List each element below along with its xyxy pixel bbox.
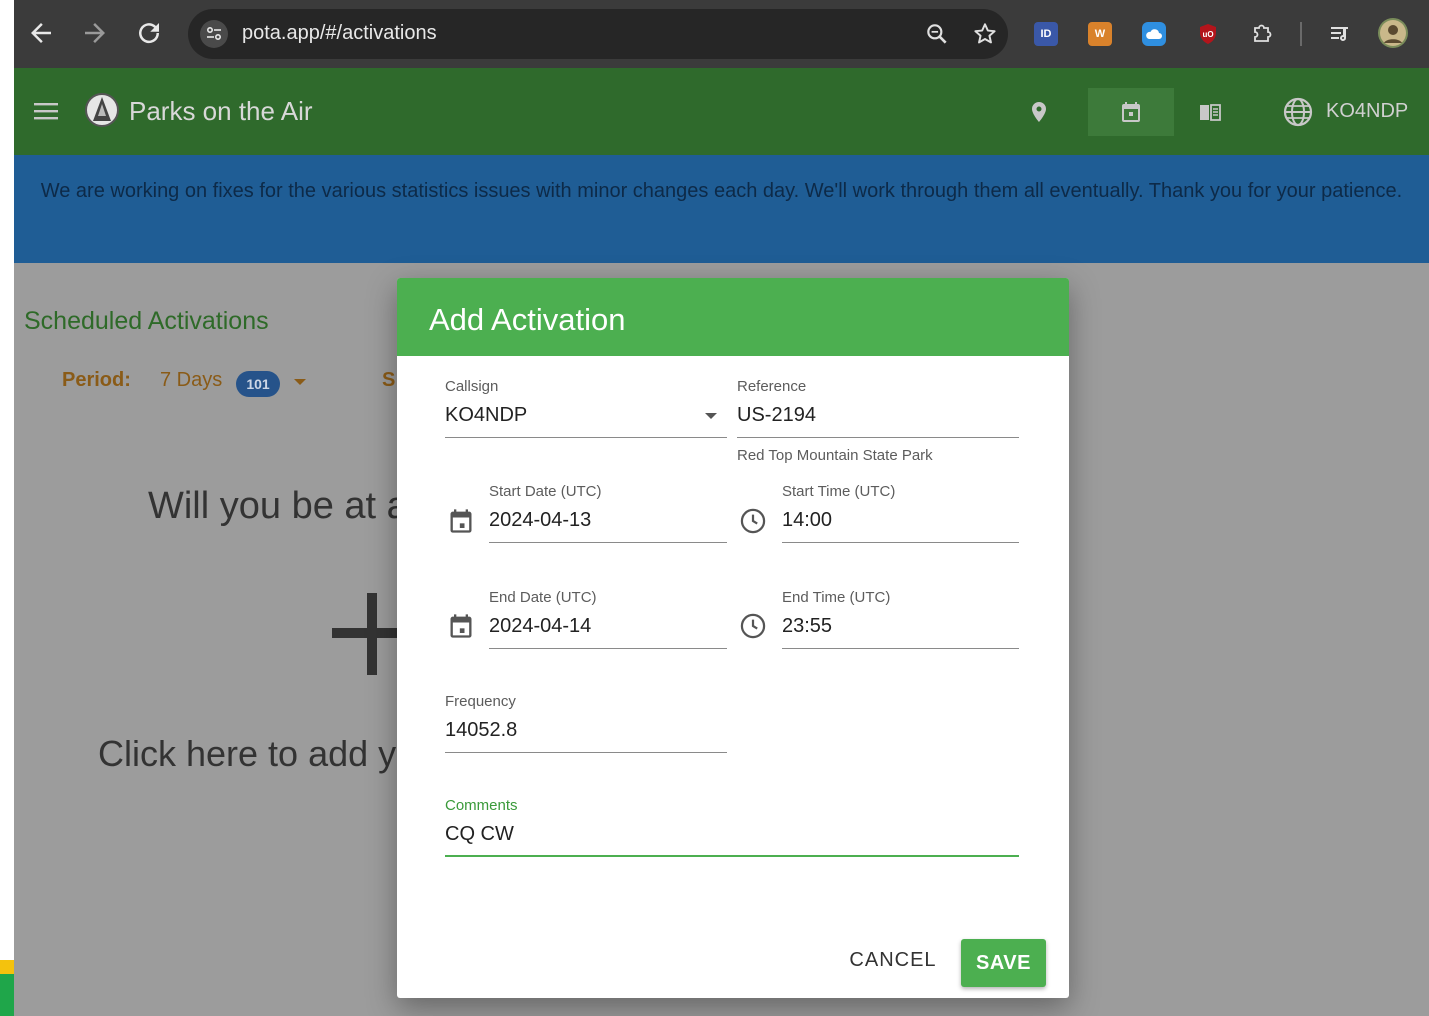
start-time-label: Start Time (UTC): [782, 483, 896, 500]
browser-toolbar: pota.app/#/activations ID W uO: [14, 0, 1429, 68]
start-date-label: Start Date (UTC): [489, 483, 602, 500]
empty-state-add-prompt[interactable]: Click here to add y: [98, 733, 396, 775]
period-filter[interactable]: Period: 7 Days: [62, 369, 222, 392]
reference-park-name: Red Top Mountain State Park: [737, 447, 933, 464]
announcement-banner: We are working on fixes for the various …: [14, 155, 1429, 263]
book-icon[interactable]: [1198, 100, 1222, 124]
reference-label: Reference: [737, 378, 807, 395]
chevron-down-icon[interactable]: [294, 379, 306, 385]
bookmark-star-icon[interactable]: [972, 21, 998, 47]
ext-icon-1[interactable]: ID: [1034, 22, 1058, 46]
reload-icon[interactable]: [134, 18, 164, 48]
end-date-label: End Date (UTC): [489, 589, 597, 606]
cancel-button[interactable]: CANCEL: [841, 938, 945, 982]
reference-value[interactable]: US-2194: [737, 404, 816, 427]
start-date-underline: [489, 542, 727, 543]
start-time-underline: [782, 542, 1019, 543]
calendar-icon: [1119, 100, 1143, 124]
reading-list-icon[interactable]: [1328, 22, 1352, 46]
callsign-underline: [445, 437, 727, 438]
secondary-filter-partial[interactable]: S: [382, 369, 395, 392]
frequency-underline: [445, 752, 727, 753]
period-value[interactable]: 7 Days: [160, 369, 222, 392]
add-activation-dialog: Add Activation Callsign KO4NDP Reference…: [397, 278, 1069, 998]
end-date-value[interactable]: 2024-04-14: [489, 615, 591, 638]
icloud-icon[interactable]: [1142, 22, 1166, 46]
comments-field[interactable]: Comments CQ CW: [445, 797, 1019, 857]
frequency-value[interactable]: 14052.8: [445, 719, 517, 742]
period-label: Period:: [62, 369, 131, 391]
calendar-icon[interactable]: [447, 612, 475, 640]
screen: pota.app/#/activations ID W uO Parks on …: [0, 0, 1429, 1016]
frequency-field[interactable]: Frequency 14052.8: [445, 693, 727, 753]
comments-value[interactable]: CQ CW: [445, 823, 514, 846]
globe-icon[interactable]: [1282, 96, 1314, 128]
callsign-select[interactable]: Callsign KO4NDP: [445, 378, 727, 438]
desktop-corner-green: [0, 974, 14, 1016]
end-time-field[interactable]: End Time (UTC) 23:55: [782, 589, 1019, 649]
clock-icon[interactable]: [739, 507, 767, 535]
save-button[interactable]: SAVE: [961, 939, 1046, 987]
callsign-value[interactable]: KO4NDP: [445, 404, 527, 427]
comments-underline: [445, 855, 1019, 857]
comments-label: Comments: [445, 797, 518, 814]
clock-icon[interactable]: [739, 612, 767, 640]
start-time-field[interactable]: Start Time (UTC) 14:00: [782, 483, 1019, 543]
start-date-field[interactable]: Start Date (UTC) 2024-04-13: [489, 483, 727, 543]
url-text[interactable]: pota.app/#/activations: [242, 22, 437, 45]
ext-icon-2[interactable]: W: [1088, 22, 1112, 46]
end-time-value[interactable]: 23:55: [782, 615, 832, 638]
address-bar[interactable]: pota.app/#/activations: [188, 9, 1008, 59]
menu-icon[interactable]: [34, 99, 58, 123]
svg-text:uO: uO: [1202, 30, 1213, 39]
ublock-icon[interactable]: uO: [1196, 22, 1220, 46]
puzzle-icon[interactable]: [1250, 22, 1274, 46]
start-time-value[interactable]: 14:00: [782, 509, 832, 532]
period-count-badge: 101: [236, 371, 280, 397]
back-arrow-icon[interactable]: [26, 18, 56, 48]
toolbar-separator: [1300, 22, 1302, 46]
app-title[interactable]: Parks on the Air: [129, 96, 313, 127]
profile-avatar-icon[interactable]: [1378, 18, 1408, 48]
chevron-down-icon[interactable]: [705, 413, 717, 419]
desktop-edge: [0, 0, 14, 1016]
end-time-label: End Time (UTC): [782, 589, 891, 606]
banner-text: We are working on fixes for the various …: [40, 180, 1403, 202]
end-date-underline: [489, 648, 727, 649]
user-callsign[interactable]: KO4NDP: [1326, 100, 1408, 123]
section-title: Scheduled Activations: [24, 307, 269, 335]
calendar-icon[interactable]: [447, 507, 475, 535]
map-pin-icon[interactable]: [1027, 100, 1051, 124]
empty-state-question: Will you be at a: [148, 485, 408, 527]
dialog-title: Add Activation: [429, 302, 626, 337]
site-settings-icon[interactable]: [200, 20, 228, 48]
forward-arrow-icon[interactable]: [80, 18, 110, 48]
pota-logo-icon: [84, 92, 120, 128]
app-bar: Parks on the Air KO4NDP: [14, 68, 1429, 155]
end-time-underline: [782, 648, 1019, 649]
dialog-header: Add Activation: [397, 278, 1069, 356]
reference-field[interactable]: Reference US-2194: [737, 378, 1019, 438]
zoom-icon[interactable]: [924, 21, 950, 47]
reference-underline: [737, 437, 1019, 438]
start-date-value[interactable]: 2024-04-13: [489, 509, 591, 532]
callsign-label: Callsign: [445, 378, 499, 395]
end-date-field[interactable]: End Date (UTC) 2024-04-14: [489, 589, 727, 649]
nav-tab-activations[interactable]: [1088, 88, 1174, 136]
frequency-label: Frequency: [445, 693, 516, 710]
desktop-corner-yellow: [0, 960, 14, 974]
